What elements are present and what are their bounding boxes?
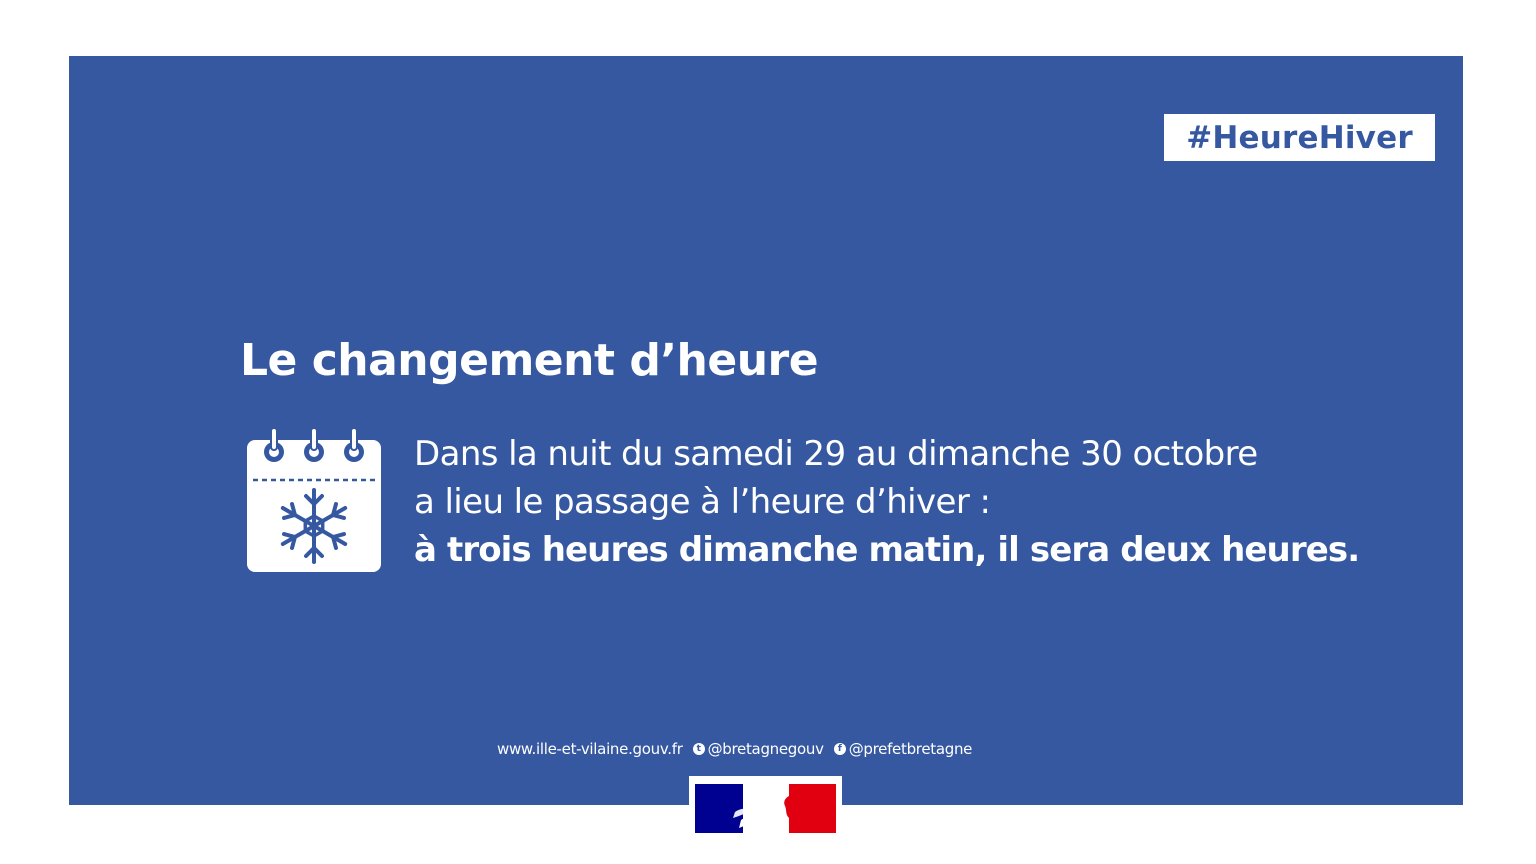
calendar-snowflake-icon bbox=[247, 427, 381, 572]
announcement-text: Dans la nuit du samedi 29 au dimanche 30… bbox=[414, 430, 1360, 574]
announcement-line-3: à trois heures dimanche matin, il sera d… bbox=[414, 530, 1360, 570]
announcement-line-1: Dans la nuit du samedi 29 au dimanche 30… bbox=[414, 434, 1258, 474]
website-link[interactable]: www.ille-et-vilaine.gouv.fr bbox=[497, 740, 683, 758]
footer-links: www.ille-et-vilaine.gouv.fr t @bretagneg… bbox=[497, 740, 972, 758]
marianne-logo bbox=[689, 776, 842, 840]
announcement-line-2: a lieu le passage à l’heure d’hiver : bbox=[414, 482, 991, 522]
facebook-handle[interactable]: @prefetbretagne bbox=[849, 740, 973, 758]
page-title: Le changement d’heure bbox=[240, 335, 819, 386]
hashtag-badge: #HeureHiver bbox=[1164, 114, 1435, 161]
twitter-handle[interactable]: @bretagnegouv bbox=[708, 740, 824, 758]
facebook-icon: f bbox=[833, 743, 846, 755]
hashtag-text: #HeureHiver bbox=[1186, 119, 1413, 156]
twitter-icon: t bbox=[692, 743, 705, 755]
